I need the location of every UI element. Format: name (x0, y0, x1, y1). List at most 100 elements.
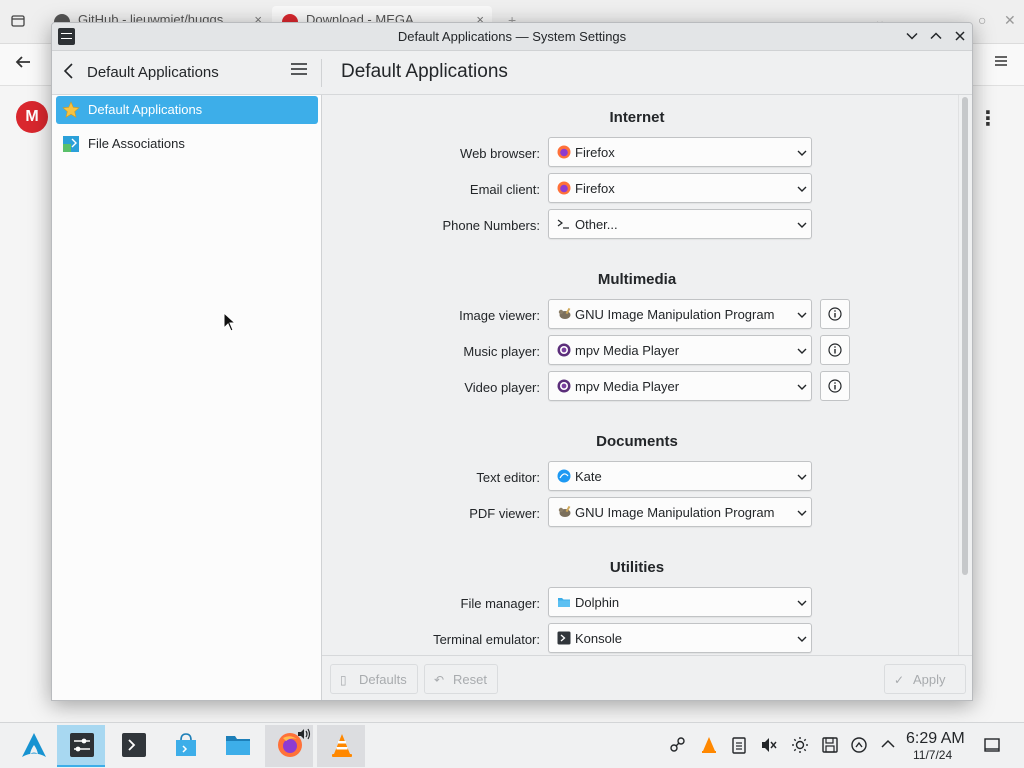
taskbar-app-firefox[interactable] (265, 725, 313, 767)
info-icon (828, 379, 842, 393)
content-scrollbar[interactable] (958, 95, 970, 655)
application-launcher-button[interactable] (9, 725, 57, 767)
checkmark-icon: ✓ (894, 673, 905, 687)
taskbar-app-system-settings[interactable] (57, 725, 105, 767)
hamburger-menu-button[interactable] (290, 61, 308, 82)
mega-logo[interactable]: M (16, 101, 48, 133)
taskbar-app-vlc[interactable] (317, 725, 365, 767)
clock-date[interactable]: 11/7/24 (913, 748, 952, 762)
sidebar: Default Applications File Associations (52, 95, 322, 700)
gimp-icon (558, 307, 571, 319)
tab-list-icon[interactable] (10, 12, 30, 32)
file-manager-label: File manager: (460, 596, 540, 611)
close-button[interactable] (950, 27, 970, 47)
network-icon[interactable] (668, 736, 688, 756)
chevron-down-icon (797, 384, 807, 390)
firefox-icon (557, 181, 571, 195)
email-client-select[interactable]: Firefox (548, 173, 812, 203)
web-browser-label: Web browser: (460, 146, 540, 161)
reset-button-label: Reset (453, 672, 487, 687)
save-disk-icon[interactable] (820, 736, 840, 756)
video-player-label: Video player: (464, 380, 540, 395)
settings-form: Internet Web browser: Firefox Email clie… (322, 95, 954, 655)
document-defaults-icon: ▯ (340, 673, 347, 687)
info-icon (828, 343, 842, 357)
file-associations-icon (63, 136, 79, 152)
terminal-emulator-select[interactable]: Konsole (548, 623, 812, 653)
vlc-tray-icon[interactable] (699, 736, 719, 756)
sidebar-item-default-applications[interactable]: Default Applications (56, 96, 318, 124)
scrollbar-thumb[interactable] (962, 97, 968, 575)
volume-muted-icon[interactable] (759, 736, 779, 756)
file-manager-select[interactable]: Dolphin (548, 587, 812, 617)
chevron-up-icon (930, 32, 942, 40)
reset-button[interactable]: ↶ Reset (424, 664, 498, 694)
clipboard-icon[interactable] (729, 736, 749, 756)
firefox-icon (557, 145, 571, 159)
mouse-cursor-icon (223, 312, 237, 332)
pdf-viewer-value: GNU Image Manipulation Program (575, 505, 775, 520)
undo-icon: ↶ (434, 673, 445, 687)
settings-footer: ▯ Defaults ↶ Reset ✓ Apply (322, 655, 972, 700)
defaults-button[interactable]: ▯ Defaults (330, 664, 418, 694)
defaults-button-label: Defaults (359, 672, 407, 687)
mpv-icon (557, 343, 571, 357)
kebab-menu-icon[interactable]: ⋮ (978, 106, 998, 131)
phone-numbers-label: Phone Numbers: (442, 218, 540, 233)
brightness-icon[interactable] (790, 736, 810, 756)
restore-icon[interactable]: ○ (978, 12, 986, 28)
email-client-value: Firefox (575, 181, 615, 196)
image-viewer-value: GNU Image Manipulation Program (575, 307, 775, 322)
taskbar-app-konsole[interactable] (109, 725, 157, 767)
settings-content: Internet Web browser: Firefox Email clie… (322, 95, 972, 655)
hamburger-menu-icon[interactable] (994, 53, 1008, 73)
maximize-button[interactable] (926, 27, 946, 47)
taskbar-app-discover[interactable] (161, 725, 209, 767)
chevron-down-icon (797, 510, 807, 516)
pdf-viewer-label: PDF viewer: (469, 506, 540, 521)
chevron-down-icon (797, 312, 807, 318)
chevron-down-icon (797, 150, 807, 156)
discover-store-icon (176, 733, 196, 756)
pdf-viewer-select[interactable]: GNU Image Manipulation Program (548, 497, 812, 527)
chevron-down-icon (797, 474, 807, 480)
chevron-left-icon (63, 63, 73, 79)
web-browser-select[interactable]: Firefox (548, 137, 812, 167)
apply-button[interactable]: ✓ Apply (884, 664, 966, 694)
sidebar-item-label: File Associations (88, 136, 185, 151)
page-title: Default Applications (341, 61, 508, 82)
back-arrow-icon[interactable] (14, 53, 32, 76)
music-player-select[interactable]: mpv Media Player (548, 335, 812, 365)
image-viewer-select[interactable]: GNU Image Manipulation Program (548, 299, 812, 329)
video-player-value: mpv Media Player (575, 379, 680, 394)
window-title: Default Applications — System Settings (397, 29, 627, 44)
clock-time[interactable]: 6:29 AM (906, 730, 965, 748)
chevron-down-icon (797, 186, 807, 192)
folder-icon (226, 736, 250, 755)
show-desktop-icon[interactable] (982, 736, 1002, 756)
text-editor-select[interactable]: Kate (548, 461, 812, 491)
sidebar-item-file-associations[interactable]: File Associations (56, 130, 318, 158)
close-icon[interactable]: ✕ (1004, 12, 1016, 29)
file-manager-value: Dolphin (575, 595, 620, 610)
close-icon (955, 31, 965, 41)
terminal-prompt-icon (557, 219, 569, 229)
minimize-button[interactable] (902, 27, 922, 47)
updates-icon[interactable] (849, 736, 869, 756)
sidebar-title: Default Applications (87, 64, 219, 81)
dolphin-folder-icon (558, 598, 570, 607)
arch-logo-icon (22, 733, 46, 757)
image-viewer-info-button[interactable] (820, 299, 850, 329)
star-icon (62, 101, 80, 118)
back-button[interactable] (62, 62, 76, 85)
video-player-info-button[interactable] (820, 371, 850, 401)
taskbar-app-dolphin[interactable] (213, 725, 261, 767)
expand-tray-icon[interactable] (878, 736, 898, 756)
phone-numbers-select[interactable]: Other... (548, 209, 812, 239)
music-player-info-button[interactable] (820, 335, 850, 365)
mpv-icon (557, 379, 571, 393)
window-titlebar[interactable]: Default Applications — System Settings (52, 23, 972, 51)
text-editor-value: Kate (575, 469, 602, 484)
video-player-select[interactable]: mpv Media Player (548, 371, 812, 401)
music-player-value: mpv Media Player (575, 343, 680, 358)
